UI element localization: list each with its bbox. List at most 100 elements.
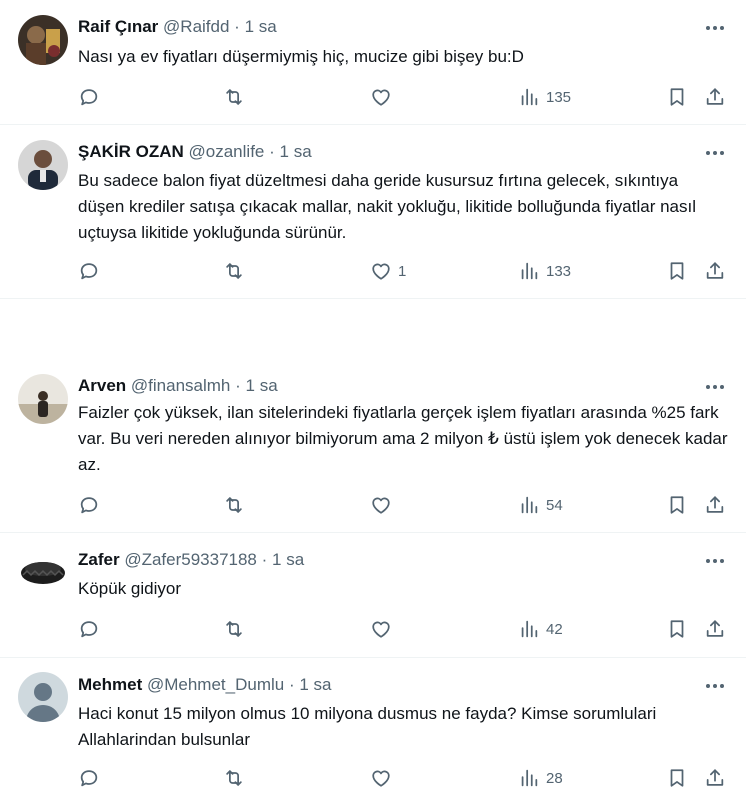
tweet-header: Arven @finansalmh · 1 sa (78, 376, 728, 398)
like-button[interactable] (370, 617, 398, 641)
author-name[interactable]: Mehmet (78, 675, 142, 694)
reply-icon (78, 86, 100, 108)
retweet-button[interactable] (223, 617, 245, 641)
reply-button[interactable] (78, 85, 100, 109)
author-name[interactable]: Arven (78, 376, 126, 395)
share-icon (704, 618, 726, 640)
tweet-header: ŞAKİR OZAN @ozanlife · 1 sa (78, 142, 728, 164)
tweet-actions: 1 133 (78, 259, 728, 283)
views-icon (518, 494, 540, 516)
more-icon[interactable] (704, 17, 726, 39)
timestamp[interactable]: 1 sa (246, 376, 278, 395)
like-button[interactable]: 1 (370, 259, 406, 283)
timestamp[interactable]: 1 sa (299, 675, 331, 694)
more-icon[interactable] (704, 376, 726, 398)
reply-icon (78, 618, 100, 640)
reply-button[interactable] (78, 493, 100, 517)
share-button[interactable] (704, 617, 726, 641)
retweet-button[interactable] (223, 259, 245, 283)
reply-icon (78, 494, 100, 516)
author-handle[interactable]: @ozanlife (189, 142, 265, 161)
tweet-actions: 135 (78, 85, 728, 109)
share-button[interactable] (704, 766, 726, 790)
more-icon[interactable] (704, 550, 726, 572)
reply-button[interactable] (78, 617, 100, 641)
timestamp[interactable]: 1 sa (245, 17, 277, 36)
retweet-icon (223, 86, 245, 108)
tweet[interactable]: ŞAKİR OZAN @ozanlife · 1 sa Bu sadece ba… (0, 125, 746, 299)
views-count: 54 (546, 496, 563, 514)
author-handle[interactable]: @Zafer59337188 (124, 550, 257, 569)
tweet[interactable]: Mehmet @Mehmet_Dumlu · 1 sa Haci konut 1… (0, 658, 746, 803)
author-handle[interactable]: @Mehmet_Dumlu (147, 675, 284, 694)
heart-icon (370, 618, 392, 640)
avatar[interactable] (18, 15, 68, 65)
avatar[interactable] (18, 672, 68, 722)
bookmark-button[interactable] (666, 85, 688, 109)
heart-icon (370, 86, 392, 108)
like-button[interactable] (370, 493, 398, 517)
retweet-button[interactable] (223, 85, 245, 109)
timestamp[interactable]: 1 sa (272, 550, 304, 569)
tweet-actions: 42 (78, 617, 728, 641)
separator: · (261, 550, 268, 569)
author-handle[interactable]: @Raifdd (163, 17, 229, 36)
separator: · (234, 17, 240, 36)
more-icon[interactable] (704, 142, 726, 164)
avatar[interactable] (18, 374, 68, 424)
views-button[interactable]: 54 (518, 493, 563, 517)
heart-icon (370, 767, 392, 789)
share-icon (704, 767, 726, 789)
retweet-button[interactable] (223, 493, 245, 517)
timestamp[interactable]: 1 sa (280, 142, 312, 161)
share-button[interactable] (704, 85, 726, 109)
views-button[interactable]: 135 (518, 85, 571, 109)
tweet-text: Bu sadece balon fiyat düzeltmesi daha ge… (78, 171, 696, 242)
share-button[interactable] (704, 259, 726, 283)
like-button[interactable] (370, 85, 398, 109)
views-icon (518, 767, 540, 789)
like-button[interactable] (370, 766, 398, 790)
like-count: 1 (398, 262, 407, 280)
tweet[interactable]: Arven @finansalmh · 1 sa Faizler çok yük… (0, 299, 746, 533)
author-name[interactable]: Zafer (78, 550, 120, 569)
retweet-icon (223, 494, 245, 516)
separator: · (235, 376, 241, 395)
heart-icon (370, 260, 392, 282)
bookmark-button[interactable] (666, 766, 688, 790)
views-count: 133 (546, 262, 572, 280)
author-handle[interactable]: @finansalmh (131, 376, 230, 395)
tweet-actions: 54 (78, 493, 728, 517)
tweet-header: Raif Çınar @Raifdd · 1 sa (78, 17, 728, 39)
avatar[interactable] (18, 547, 68, 597)
reply-button[interactable] (78, 766, 100, 790)
bookmark-icon (666, 767, 688, 789)
tweet-actions: 28 (78, 766, 728, 790)
views-button[interactable]: 133 (518, 259, 571, 283)
views-button[interactable]: 42 (518, 617, 563, 641)
avatar[interactable] (18, 140, 68, 190)
reply-button[interactable] (78, 259, 100, 283)
share-icon (704, 86, 726, 108)
author-name[interactable]: Raif Çınar (78, 17, 158, 36)
bookmark-button[interactable] (666, 617, 688, 641)
bookmark-icon (666, 494, 688, 516)
heart-icon (370, 494, 392, 516)
share-icon (704, 260, 726, 282)
retweet-button[interactable] (223, 766, 245, 790)
more-icon[interactable] (704, 675, 726, 697)
share-button[interactable] (704, 493, 726, 517)
views-count: 42 (546, 620, 563, 638)
bookmark-button[interactable] (666, 259, 688, 283)
share-icon (704, 494, 726, 516)
author-name[interactable]: ŞAKİR OZAN (78, 142, 184, 161)
bookmark-icon (666, 86, 688, 108)
tweet-text: Haci konut 15 milyon olmus 10 milyona du… (78, 704, 657, 749)
tweet[interactable]: Raif Çınar @Raifdd · 1 sa Nası ya ev fiy… (0, 0, 746, 125)
tweet[interactable]: Zafer @Zafer59337188 · 1 sa Köpük gidiyo… (0, 533, 746, 658)
views-button[interactable]: 28 (518, 766, 563, 790)
retweet-icon (223, 618, 245, 640)
views-icon (518, 618, 540, 640)
views-icon (518, 260, 540, 282)
bookmark-button[interactable] (666, 493, 688, 517)
